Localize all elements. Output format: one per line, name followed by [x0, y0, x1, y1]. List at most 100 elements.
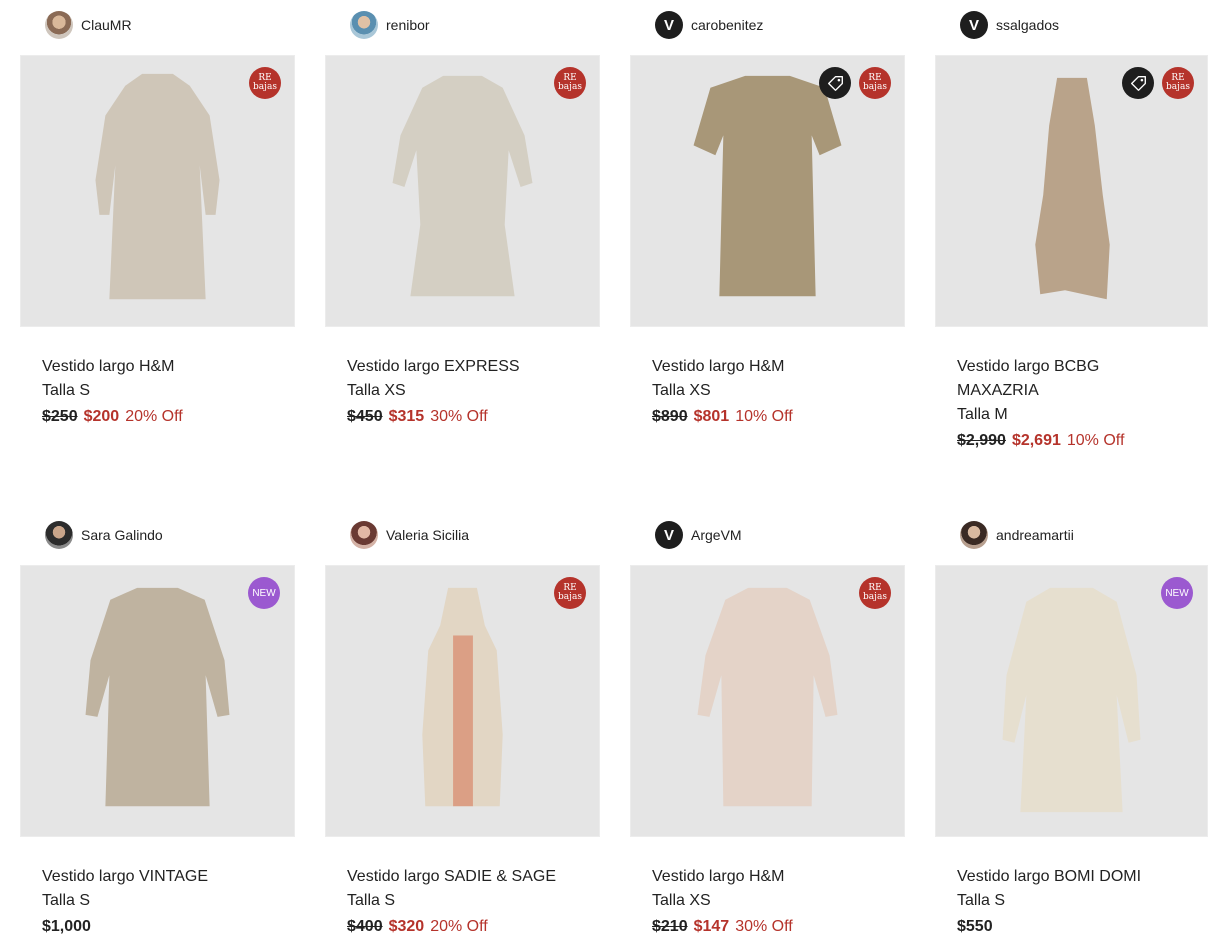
product-info: Vestido largo H&M Talla XS $890 $801 10% O…: [652, 355, 892, 429]
dress-shape: [392, 75, 533, 297]
floral-panel: [453, 635, 473, 807]
product-title[interactable]: Vestido largo SADIE & SAGE: [347, 865, 597, 889]
new-badge: NEW: [248, 577, 280, 609]
original-price: $400: [347, 918, 383, 935]
product-size: Talla XS: [652, 382, 711, 399]
badge-line-2: bajas: [863, 82, 887, 92]
product-size: Talla M: [957, 406, 1008, 423]
dress-image: [392, 75, 533, 297]
sale-price: $200: [83, 408, 120, 425]
seller-name[interactable]: renibor: [386, 17, 430, 33]
seller-avatar[interactable]: V: [655, 521, 683, 549]
product-image[interactable]: NEW: [20, 565, 295, 837]
seller-link[interactable]: renibor: [350, 10, 430, 40]
seller-link[interactable]: V ArgeVM: [655, 520, 742, 550]
product-size: Talla S: [42, 382, 91, 399]
badge-line-2: bajas: [558, 82, 582, 92]
rebajas-badge: RE bajas: [554, 67, 586, 99]
seller-link[interactable]: Valeria Sicilia: [350, 520, 469, 550]
price-row: $400 $320 20% Off: [347, 915, 587, 939]
original-price: $250: [42, 408, 78, 425]
seller-link[interactable]: V ssalgados: [960, 10, 1059, 40]
dress-image: [95, 73, 220, 300]
seller-name[interactable]: Valeria Sicilia: [386, 527, 469, 543]
discount-label: 30% Off: [735, 918, 793, 935]
original-price: $210: [652, 918, 688, 935]
seller-name[interactable]: carobenitez: [691, 17, 763, 33]
original-price: $890: [652, 408, 688, 425]
seller-avatar[interactable]: [350, 11, 378, 39]
dress-image: [1002, 587, 1141, 813]
product-title[interactable]: Vestido largo EXPRESS: [347, 355, 587, 379]
seller-name[interactable]: ClauMR: [81, 17, 132, 33]
dress-shape: [95, 73, 220, 300]
product-image[interactable]: RE bajas: [20, 55, 295, 327]
product-info: Vestido largo H&M Talla S $250 $200 20% Of…: [42, 355, 282, 429]
rebajas-badge: RE bajas: [1162, 67, 1194, 99]
price-row: $250 $200 20% Off: [42, 405, 282, 429]
seller-name[interactable]: Sara Galindo: [81, 527, 163, 543]
price-row: $550: [957, 915, 1197, 939]
product-image[interactable]: RE bajas: [325, 55, 600, 327]
product-size: Talla S: [42, 892, 91, 909]
product-title[interactable]: Vestido largo BCBG MAXAZRIA: [957, 355, 1147, 403]
seller-avatar[interactable]: [960, 521, 988, 549]
seller-avatar[interactable]: V: [655, 11, 683, 39]
seller-link[interactable]: V carobenitez: [655, 10, 763, 40]
sale-price: $801: [693, 408, 730, 425]
product-title[interactable]: Vestido largo BOMI DOMI: [957, 865, 1207, 889]
seller-name[interactable]: ArgeVM: [691, 527, 742, 543]
original-price: $450: [347, 408, 383, 425]
tag-icon: [827, 75, 843, 91]
dress-image: [693, 75, 842, 297]
product-info: Vestido largo BOMI DOMI Talla S $550: [957, 865, 1197, 939]
price-row: $210 $147 30% Off: [652, 915, 892, 939]
price-tag-badge[interactable]: [819, 67, 851, 99]
badge-line-2: bajas: [558, 592, 582, 602]
seller-name[interactable]: andreamartii: [996, 527, 1074, 543]
sale-price: $147: [693, 918, 730, 935]
dress-image: [85, 587, 230, 807]
product-image[interactable]: RE bajas: [630, 565, 905, 837]
seller-avatar[interactable]: [350, 521, 378, 549]
sale-price: $320: [388, 918, 425, 935]
price-tag-badge[interactable]: [1122, 67, 1154, 99]
product-title[interactable]: Vestido largo VINTAGE: [42, 865, 282, 889]
dress-image: [1035, 77, 1110, 300]
product-image[interactable]: RE bajas: [325, 565, 600, 837]
product-image[interactable]: NEW: [935, 565, 1208, 837]
dress-shape: [85, 587, 230, 807]
seller-link[interactable]: ClauMR: [45, 10, 132, 40]
rebajas-badge: RE bajas: [249, 67, 281, 99]
product-info: Vestido largo SADIE & SAGE Talla S $400 $…: [347, 865, 587, 939]
seller-avatar[interactable]: [45, 11, 73, 39]
price-row: $2,990 $2,691 10% Off: [957, 429, 1197, 453]
dress-image: [697, 587, 838, 807]
product-title[interactable]: Vestido largo H&M: [42, 355, 282, 379]
new-badge: NEW: [1161, 577, 1193, 609]
discount-label: 20% Off: [430, 918, 488, 935]
dress-shape: [1002, 587, 1141, 813]
seller-link[interactable]: andreamartii: [960, 520, 1074, 550]
product-title[interactable]: Vestido largo H&M: [652, 355, 892, 379]
dress-shape: [1035, 77, 1110, 300]
seller-link[interactable]: Sara Galindo: [45, 520, 163, 550]
seller-name[interactable]: ssalgados: [996, 17, 1059, 33]
product-title[interactable]: Vestido largo H&M: [652, 865, 892, 889]
tag-icon: [1130, 75, 1146, 91]
product-size: Talla S: [347, 892, 396, 909]
discount-label: 10% Off: [1066, 432, 1125, 449]
price-row: $890 $801 10% Off: [652, 405, 892, 429]
seller-avatar[interactable]: [45, 521, 73, 549]
discount-label: 30% Off: [430, 408, 488, 425]
badge-line-2: bajas: [253, 82, 277, 92]
rebajas-badge: RE bajas: [859, 577, 891, 609]
price: $1,000: [42, 918, 91, 935]
price: $550: [957, 918, 993, 935]
product-image[interactable]: RE bajas: [630, 55, 905, 327]
seller-avatar[interactable]: V: [960, 11, 988, 39]
price-row: $450 $315 30% Off: [347, 405, 587, 429]
rebajas-badge: RE bajas: [554, 577, 586, 609]
product-image[interactable]: RE bajas: [935, 55, 1208, 327]
product-size: Talla XS: [652, 892, 711, 909]
